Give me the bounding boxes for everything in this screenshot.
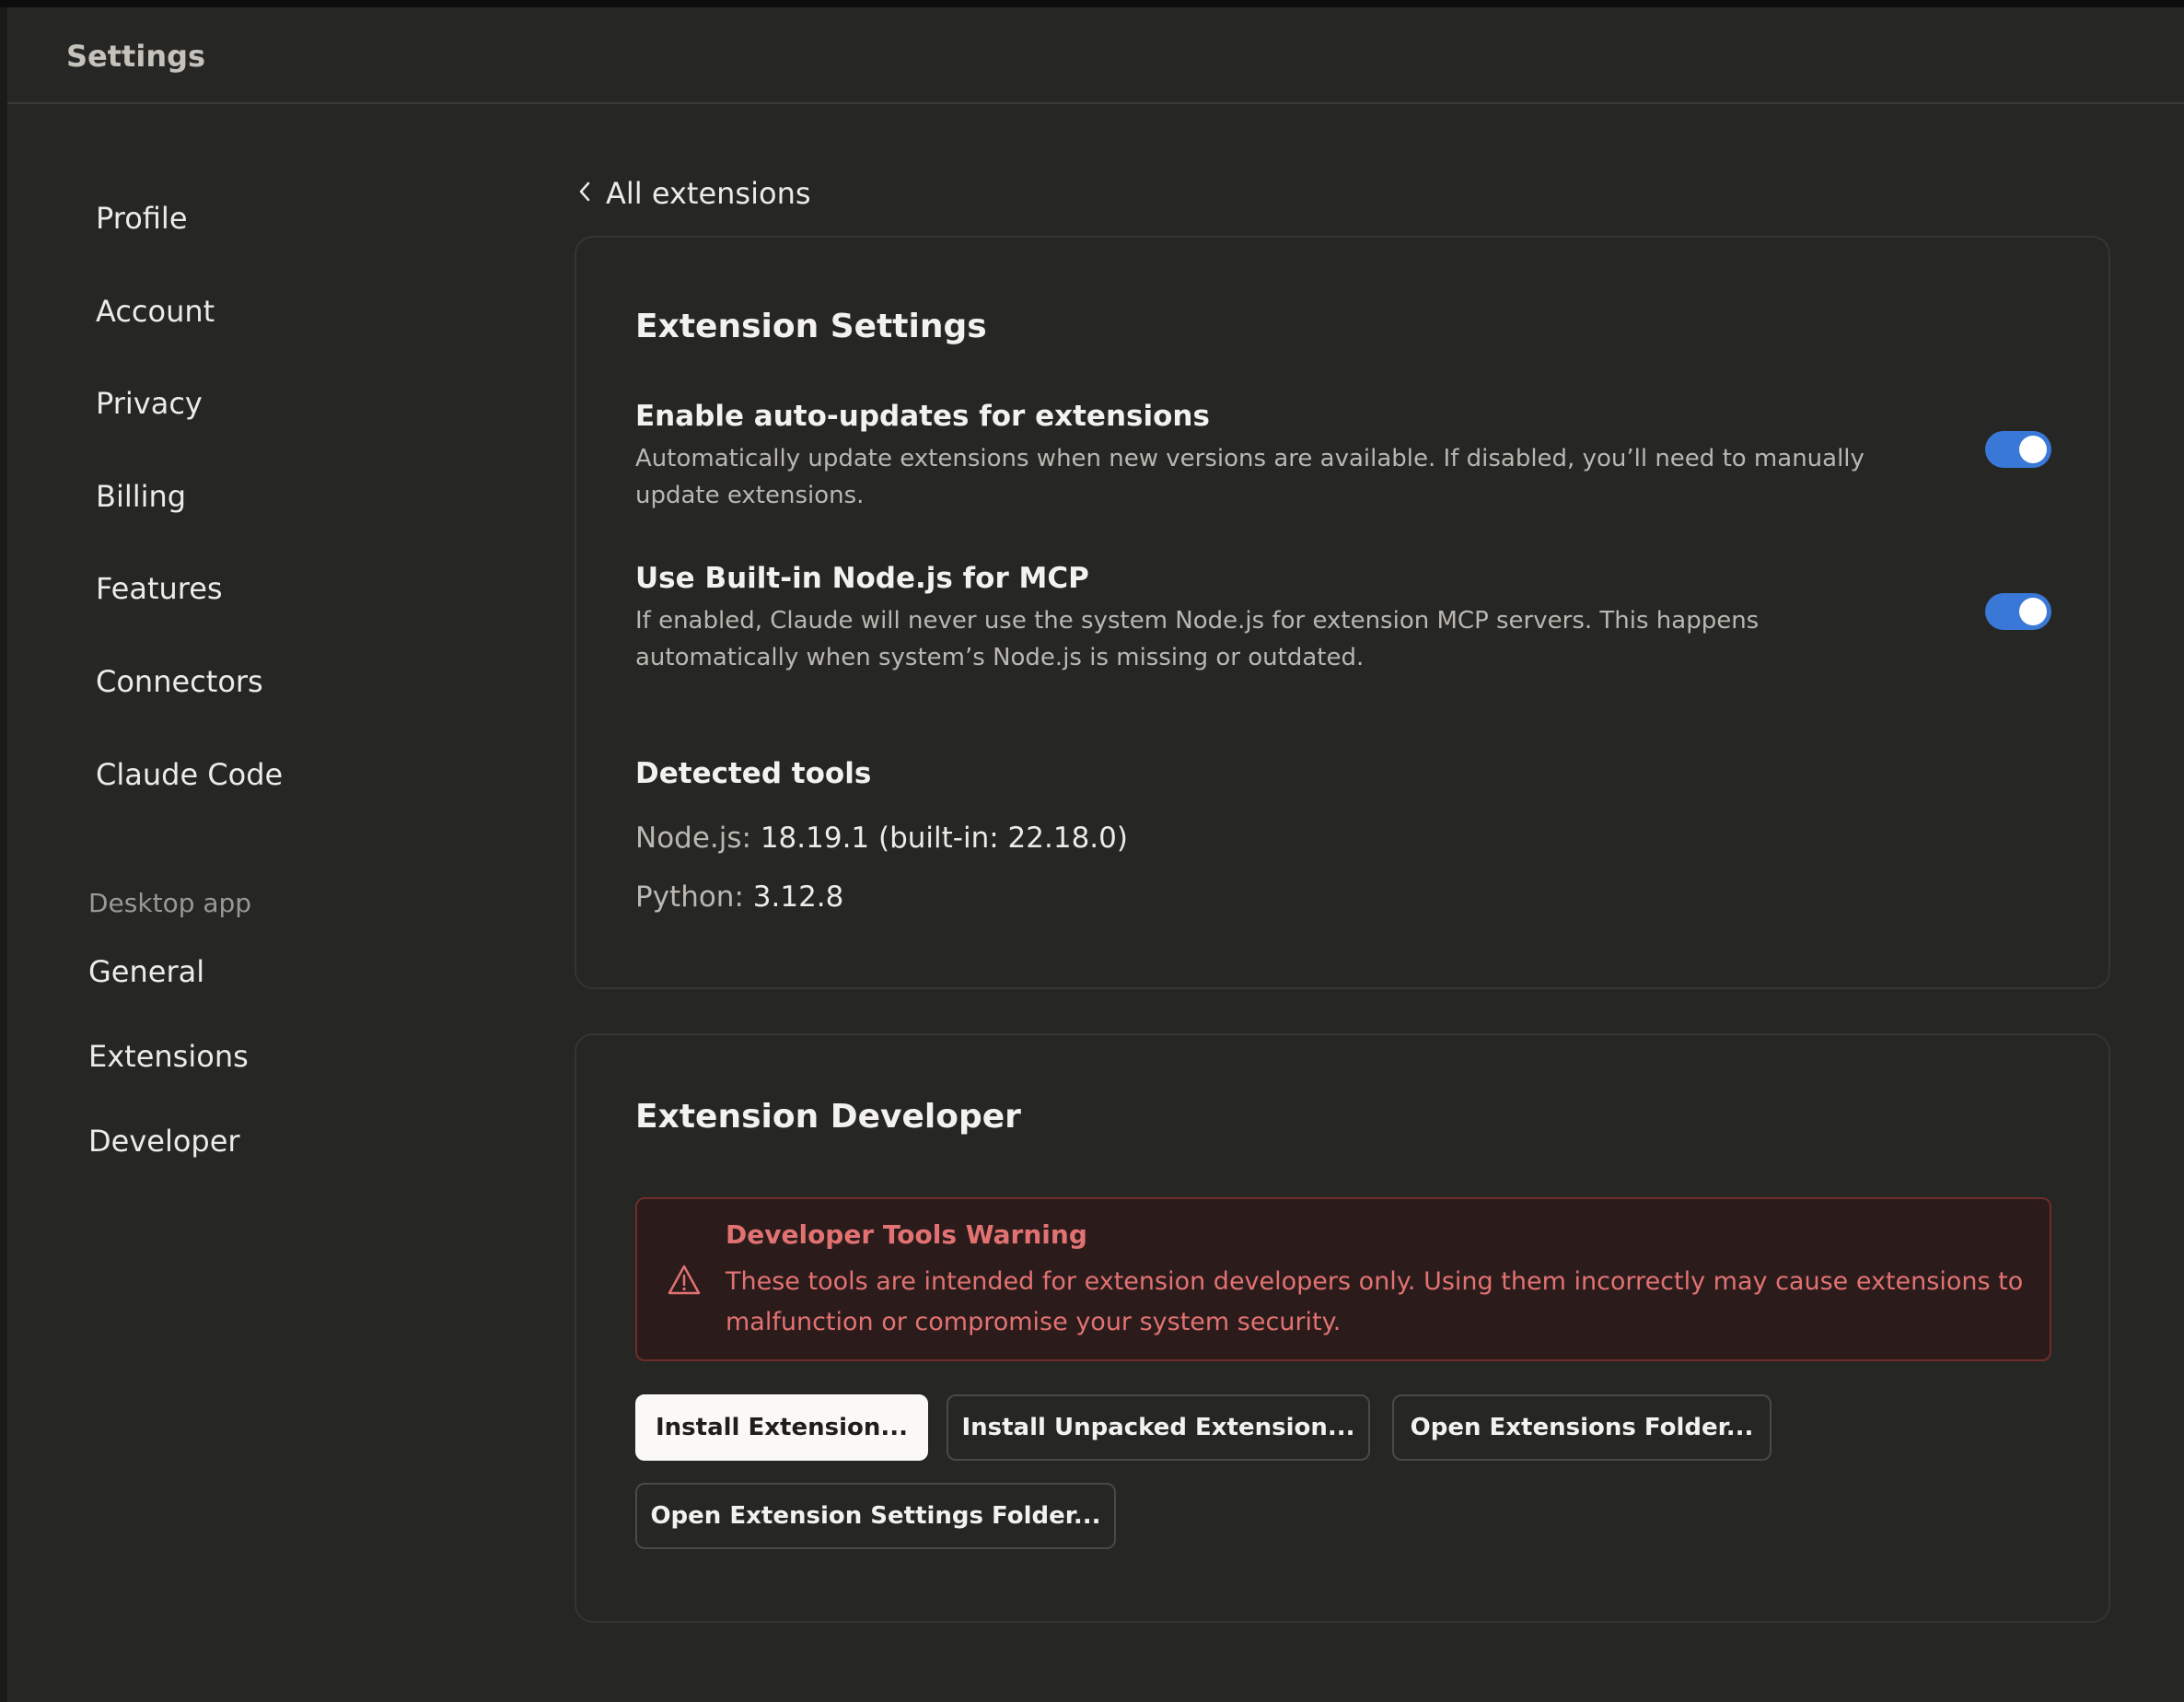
install-extension-button[interactable]: Install Extension...	[635, 1394, 928, 1461]
builtin-node-toggle[interactable]	[1985, 593, 2051, 630]
sidebar-item-connectors[interactable]: Connectors	[96, 664, 263, 699]
window-left-edge	[0, 7, 7, 1702]
back-to-all-extensions-link[interactable]: All extensions	[578, 171, 811, 216]
sidebar-item-general[interactable]: General	[88, 954, 204, 989]
extension-developer-title: Extension Developer	[635, 1098, 1021, 1136]
sidebar-item-account[interactable]: Account	[96, 294, 215, 329]
extension-developer-card: Extension Developer Developer Tools Warn…	[575, 1033, 2110, 1623]
extension-settings-card: Extension Settings Enable auto-updates f…	[575, 236, 2110, 989]
detected-tools-heading: Detected tools	[635, 757, 872, 790]
install-unpacked-extension-button[interactable]: Install Unpacked Extension...	[947, 1394, 1370, 1461]
open-extension-settings-folder-button[interactable]: Open Extension Settings Folder...	[635, 1483, 1116, 1549]
developer-tools-warning: Developer Tools Warning These tools are …	[635, 1197, 2051, 1361]
node-version-line: Node.js: 18.19.1 (built-in: 22.18.0)	[635, 822, 1128, 855]
python-version-line: Python: 3.12.8	[635, 880, 843, 914]
warning-triangle-icon	[667, 1264, 702, 1297]
settings-window: Settings Profile Account Privacy Billing…	[7, 7, 2184, 1702]
warning-body: These tools are intended for extension d…	[726, 1267, 2024, 1336]
sidebar-item-billing[interactable]: Billing	[96, 479, 186, 514]
back-link-label: All extensions	[606, 176, 811, 211]
auto-updates-toggle[interactable]	[1985, 431, 2051, 468]
sidebar-item-claude-code[interactable]: Claude Code	[96, 757, 283, 792]
auto-updates-description: Automatically update extensions when new…	[635, 445, 1865, 509]
window-title: Settings	[66, 39, 206, 74]
builtin-node-title: Use Built-in Node.js for MCP	[635, 562, 1089, 595]
sidebar-item-privacy[interactable]: Privacy	[96, 386, 203, 421]
sidebar-section-desktop-app: Desktop app	[88, 888, 252, 918]
node-version-value: 18.19.1 (built-in: 22.18.0)	[760, 822, 1128, 855]
warning-title: Developer Tools Warning	[726, 1219, 1087, 1250]
sidebar-item-extensions[interactable]: Extensions	[88, 1039, 249, 1074]
sidebar-item-developer[interactable]: Developer	[88, 1124, 240, 1159]
window-top-strip	[0, 0, 2184, 7]
toggle-knob	[2019, 598, 2047, 625]
node-label: Node.js:	[635, 822, 751, 855]
sidebar-item-profile[interactable]: Profile	[96, 201, 188, 236]
extension-settings-title: Extension Settings	[635, 308, 987, 345]
chevron-left-icon	[578, 181, 591, 206]
open-extensions-folder-button[interactable]: Open Extensions Folder...	[1392, 1394, 1772, 1461]
builtin-node-description: If enabled, Claude will never use the sy…	[635, 607, 1760, 671]
title-bar: Settings	[7, 7, 2184, 104]
sidebar-item-features[interactable]: Features	[96, 571, 223, 606]
toggle-knob	[2019, 436, 2047, 463]
auto-updates-title: Enable auto-updates for extensions	[635, 400, 1210, 433]
python-version-value: 3.12.8	[752, 880, 844, 914]
python-label: Python:	[635, 880, 744, 914]
